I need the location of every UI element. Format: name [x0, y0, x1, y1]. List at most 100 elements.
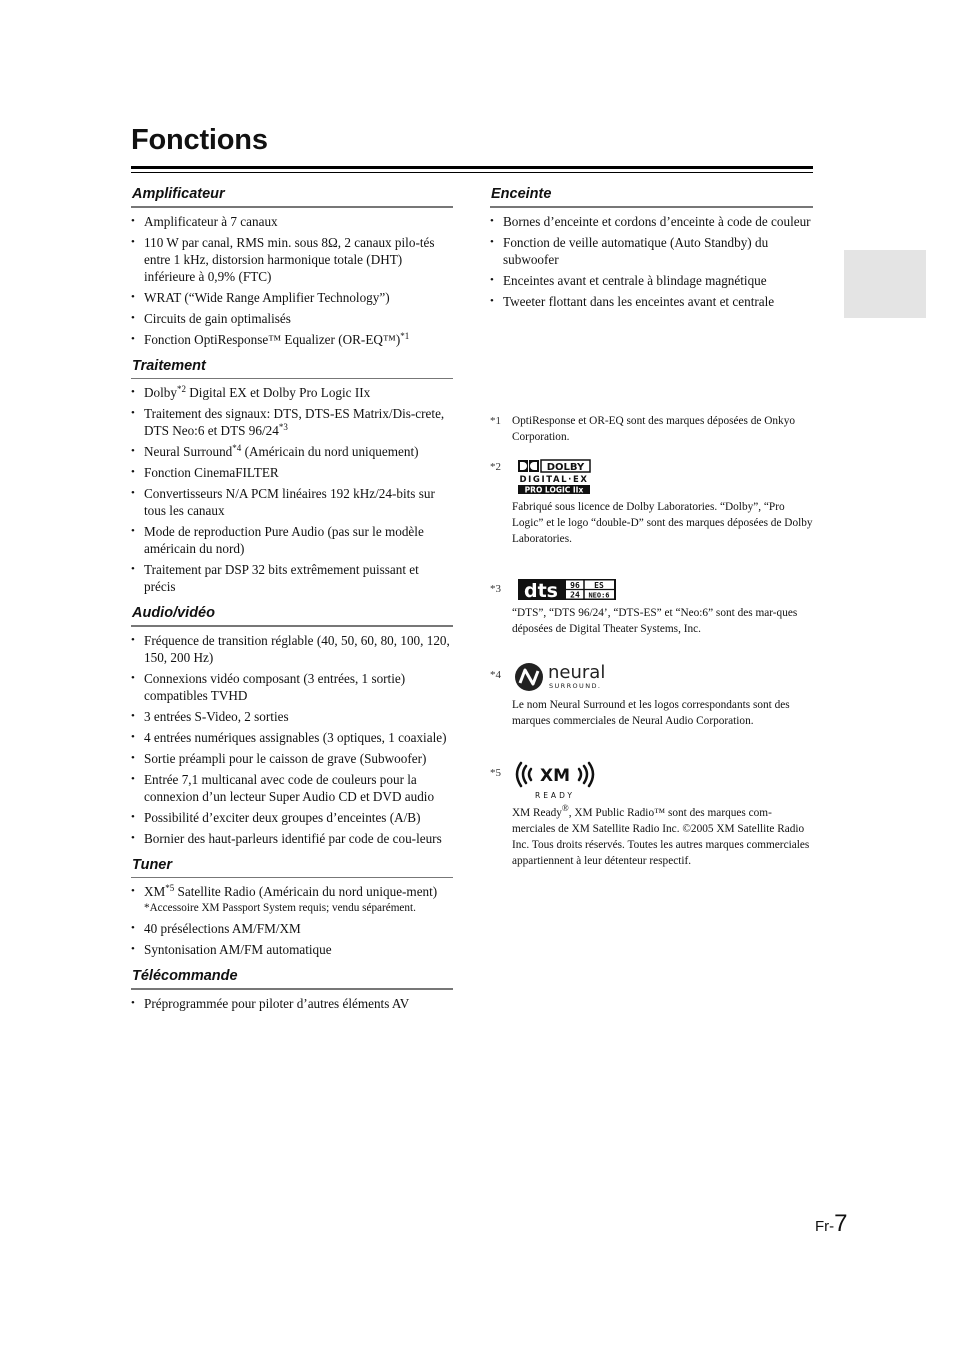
bullet-icon: •	[131, 997, 135, 1009]
item-text: 110 W par canal, RMS min. sous 8Ω, 2 can…	[144, 235, 435, 284]
bullet-icon: •	[131, 634, 135, 646]
item-text: XM	[144, 884, 166, 899]
item-text: Fonction OptiResponse™ Equalizer (OR-EQ™…	[144, 332, 401, 347]
footnotes: *1 OptiResponse et OR-EQ sont des marque…	[490, 413, 813, 883]
footnote-ref: *3	[278, 422, 288, 432]
dts-word: dts	[524, 580, 558, 601]
svg-text:NEO:6: NEO:6	[588, 592, 609, 600]
feature-list: • Préprogrammée pour piloter d’autres élé…	[131, 995, 453, 1012]
footnote-4: *4 neural SURROUND. Le nom Neural Surrou…	[490, 661, 813, 729]
item-text-cont: Satellite Radio (Américain du nord uniqu…	[174, 884, 438, 899]
bullet-icon: •	[131, 885, 135, 897]
item-text: Préprogrammée pour piloter d’autres élém…	[144, 996, 410, 1011]
item-text: Bornier des haut-parleurs identifié par …	[144, 831, 442, 846]
footnote-mark: *4	[490, 669, 501, 681]
bullet-icon: •	[131, 466, 135, 478]
list-item: • Traitement par DSP 32 bits extrêmement …	[131, 561, 453, 595]
footnote-text: XM Ready®, XM Public Radio™ sont des mar…	[512, 803, 810, 868]
item-text: Fonction de veille automatique (Auto Sta…	[503, 235, 769, 267]
item-text: Neural Surround	[144, 444, 233, 459]
bullet-icon: •	[131, 832, 135, 844]
svg-text:96: 96	[570, 581, 580, 590]
list-item: • 3 entrées S-Video, 2 sorties	[131, 708, 453, 725]
bullet-icon: •	[490, 295, 494, 307]
bullet-icon: •	[131, 487, 135, 499]
item-text-cont: (Américain du nord uniquement)	[241, 444, 419, 459]
list-item: • Enceintes avant et centrale à blindage …	[490, 272, 813, 289]
neural-surround-logo: neural SURROUND.	[515, 662, 605, 691]
list-item: • Sortie préampli pour le caisson de grav…	[131, 750, 453, 767]
list-item: • Bornier des haut-parleurs identifié par…	[131, 830, 453, 847]
footnote-2: *2 DOLBY DIGITAL·EX PRO LOGIC IIx Fabriq…	[490, 459, 813, 547]
footnote-text: Le nom Neural Surround et les logos corr…	[512, 699, 790, 727]
item-text: Circuits de gain optimalisés	[144, 311, 291, 326]
page-number-prefix: Fr-	[815, 1218, 835, 1235]
list-item: • Traitement des signaux: DTS, DTS-ES Mat…	[131, 405, 453, 439]
list-item: • Fonction CinemaFILTER	[131, 464, 453, 481]
footnote-mark: *5	[490, 767, 501, 779]
bullet-icon: •	[490, 215, 494, 227]
item-text: Sortie préampli pour le caisson de grave…	[144, 751, 427, 766]
list-item: • WRAT (“Wide Range Amplifier Technology”…	[131, 289, 453, 306]
list-item: • Convertisseurs N/A PCM linéaires 192 kH…	[131, 485, 453, 519]
bullet-icon: •	[131, 731, 135, 743]
list-item: • Circuits de gain optimalisés	[131, 310, 453, 327]
item-text: 3 entrées S-Video, 2 sorties	[144, 709, 289, 724]
list-item: • Connexions vidéo composant (3 entrées, …	[131, 670, 453, 704]
dts-96-24-es-neo6-logo: dts 96 24 ES NEO:6	[518, 579, 616, 601]
section-heading-tuner: Tuner	[131, 855, 453, 878]
list-item: • Possibilité d’exciter deux groupes d’en…	[131, 809, 453, 826]
footnote-mark: *2	[490, 461, 501, 473]
list-item: • 4 entrées numériques assignables (3 opt…	[131, 729, 453, 746]
list-item: • Préprogrammée pour piloter d’autres élé…	[131, 995, 453, 1012]
feature-list: • Dolby*2 Digital EX et Dolby Pro Logic I…	[131, 384, 453, 595]
item-text: Tweeter flottant dans les enceintes avan…	[503, 294, 775, 309]
footnote-ref: *1	[400, 331, 410, 341]
left-column: Amplificateur • Amplificateur à 7 canaux • 1…	[131, 184, 453, 1020]
footnote-ref: *4	[232, 443, 242, 453]
item-text: 40 présélections AM/FM/XM	[144, 921, 301, 936]
item-text: Bornes d’enceinte et cordons d’enceinte …	[503, 214, 811, 229]
list-item: • Syntonisation AM/FM automatique	[131, 941, 453, 958]
footnote-mark: *3	[490, 583, 501, 595]
item-text: Convertisseurs N/A PCM linéaires 192 kHz…	[144, 486, 435, 518]
item-text: Connexions vidéo composant (3 entrées, 1…	[144, 671, 406, 703]
item-text: Mode de reproduction Pure Audio (pas sur…	[144, 524, 424, 556]
item-text: Entrée 7,1 multicanal avec code de coule…	[144, 772, 435, 804]
list-item: • XM*5 Satellite Radio (Américain du nord…	[131, 883, 453, 916]
list-item: • Entrée 7,1 multicanal avec code de coul…	[131, 771, 453, 805]
list-item: • Bornes d’enceinte et cordons d’enceinte…	[490, 213, 813, 230]
feature-list: • Bornes d’enceinte et cordons d’enceinte…	[490, 213, 813, 310]
feature-list: • Amplificateur à 7 canaux • 110 W par cana…	[131, 213, 453, 348]
xm-word: XM	[540, 766, 570, 786]
footnote-1: *1 OptiResponse et OR-EQ sont des marque…	[490, 413, 813, 445]
bullet-icon: •	[131, 525, 135, 537]
dolby-line2: DIGITAL·EX	[519, 475, 588, 485]
bullet-icon: •	[131, 773, 135, 785]
item-text: Fréquence de transition réglable (40, 50…	[144, 633, 450, 665]
list-item: • 40 présélections AM/FM/XM	[131, 920, 453, 937]
footnote-text: OptiResponse et OR-EQ sont des marques d…	[512, 415, 796, 443]
bullet-icon: •	[131, 672, 135, 684]
item-text: WRAT (“Wide Range Amplifier Technology”)	[144, 290, 390, 305]
bullet-icon: •	[490, 236, 494, 248]
item-text: 4 entrées numériques assignables (3 opti…	[144, 730, 447, 745]
list-item: • Fonction OptiResponse™ Equalizer (OR-EQ…	[131, 331, 453, 348]
bullet-icon: •	[131, 312, 135, 324]
page-number-value: 7	[834, 1210, 848, 1237]
footnote-text: Fabriqué sous licence de Dolby Laborator…	[512, 501, 813, 545]
bullet-icon: •	[490, 274, 494, 286]
bullet-icon: •	[131, 710, 135, 722]
list-item: • 110 W par canal, RMS min. sous 8Ω, 2 ca…	[131, 234, 453, 285]
bullet-icon: •	[131, 922, 135, 934]
list-item: • Neural Surround*4 (Américain du nord un…	[131, 443, 453, 460]
dolby-digital-ex-pro-logic-iix-logo: DOLBY DIGITAL·EX PRO LOGIC IIx	[518, 459, 591, 495]
bullet-icon: •	[131, 752, 135, 764]
item-text-cont: Digital EX et Dolby Pro Logic IIx	[185, 385, 371, 400]
bullet-icon: •	[131, 943, 135, 955]
list-item: • Mode de reproduction Pure Audio (pas su…	[131, 523, 453, 557]
footnote-ref: *2	[176, 384, 186, 394]
footnote-3: *3 dts 96 24 ES NEO:6 “DTS”, “DTS 96/24’…	[490, 577, 813, 637]
xm-sub: READY	[535, 791, 575, 800]
list-item: • Fréquence de transition réglable (40, 5…	[131, 632, 453, 666]
